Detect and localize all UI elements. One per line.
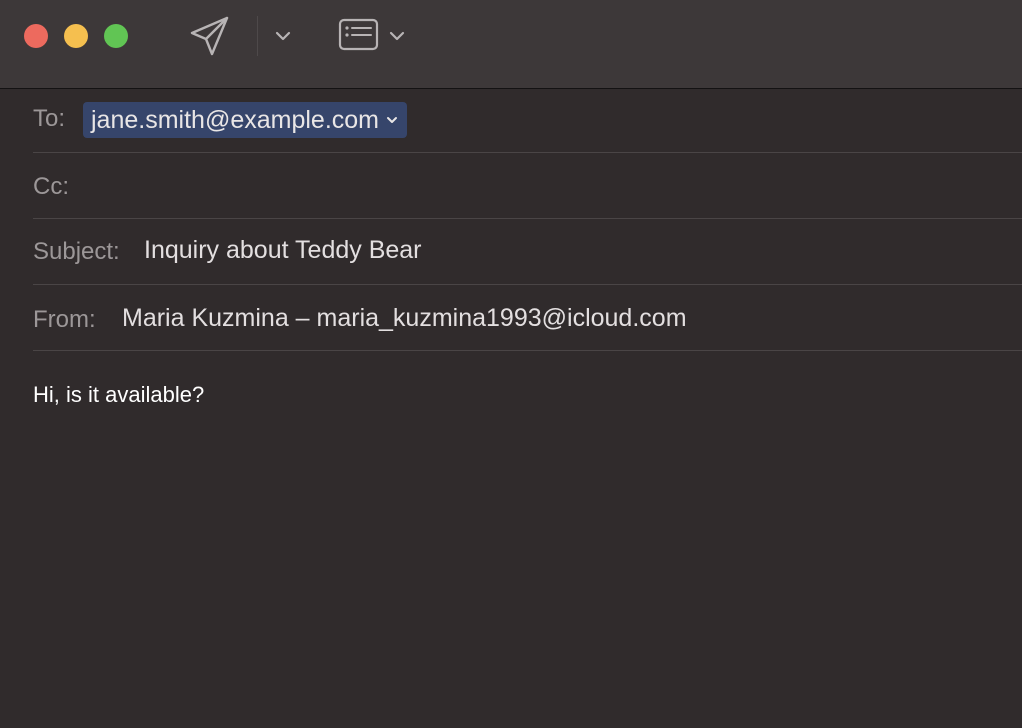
chevron-down-icon[interactable]	[274, 28, 292, 44]
header-fields-icon[interactable]	[337, 17, 381, 53]
close-window-button[interactable]	[24, 24, 48, 48]
mail-compose-window: To: jane.smith@example.com Cc: Subject: …	[0, 0, 1022, 728]
subject-input[interactable]: Inquiry about Teddy Bear	[144, 236, 422, 265]
minimize-window-button[interactable]	[64, 24, 88, 48]
recipient-token[interactable]: jane.smith@example.com	[83, 102, 407, 138]
cc-field-row: Cc:	[33, 153, 1022, 219]
subject-field-row: Subject: Inquiry about Teddy Bear	[33, 219, 1022, 285]
to-field-row: To: jane.smith@example.com	[33, 89, 1022, 153]
cc-label: Cc:	[33, 173, 69, 200]
cc-input[interactable]	[85, 167, 1015, 203]
from-label: From:	[33, 306, 96, 333]
message-body[interactable]: Hi, is it available?	[33, 382, 993, 408]
toolbar	[0, 0, 1022, 89]
subject-label: Subject:	[33, 238, 120, 265]
chevron-down-icon[interactable]	[386, 116, 398, 125]
toolbar-separator	[257, 16, 258, 56]
to-label: To:	[33, 105, 66, 132]
recipient-address: jane.smith@example.com	[91, 106, 379, 134]
chevron-down-icon[interactable]	[388, 28, 406, 44]
from-account-selector[interactable]: Maria Kuzmina – maria_kuzmina1993@icloud…	[122, 304, 687, 333]
zoom-window-button[interactable]	[104, 24, 128, 48]
paper-plane-icon[interactable]	[189, 16, 231, 56]
from-field-row: From: Maria Kuzmina – maria_kuzmina1993@…	[33, 285, 1022, 351]
